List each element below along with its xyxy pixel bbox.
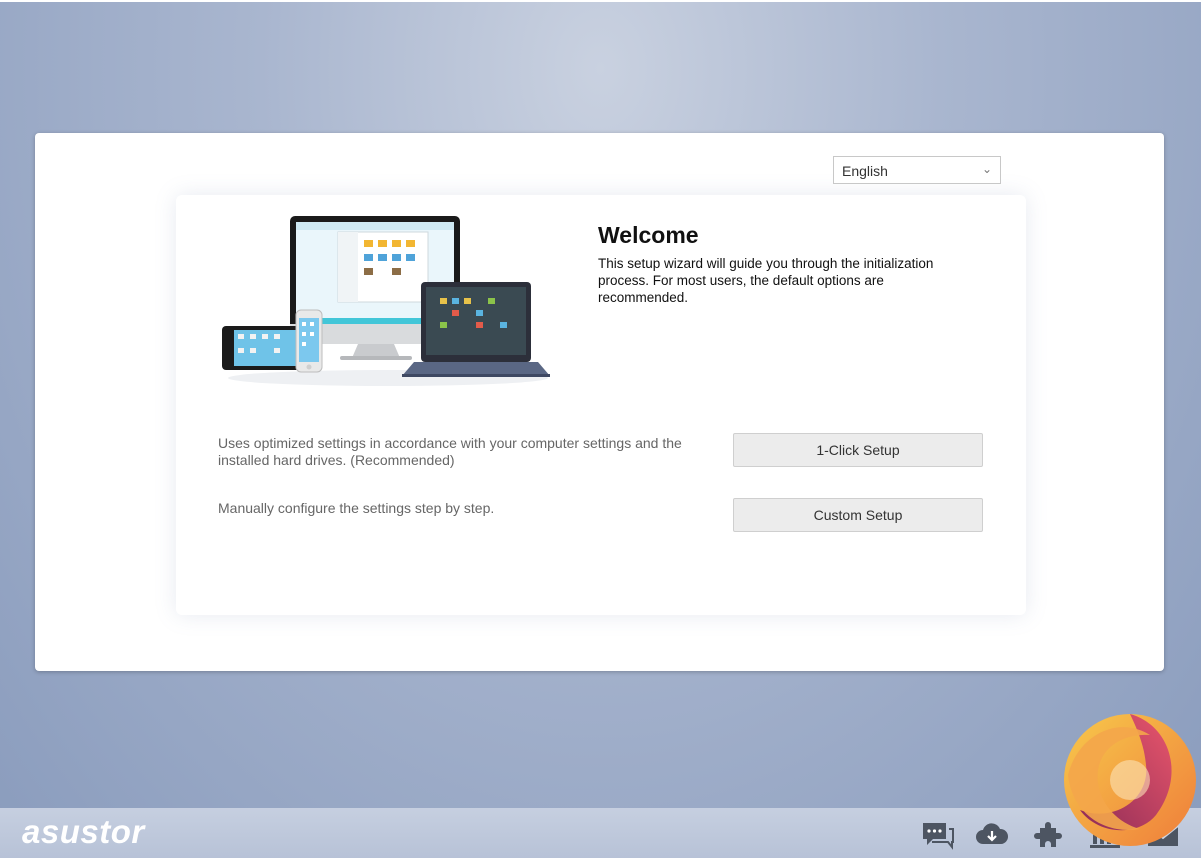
asustor-logo: asustor — [22, 813, 145, 850]
custom-setup-button[interactable]: Custom Setup — [733, 498, 983, 532]
top-border — [0, 0, 1201, 2]
welcome-title: Welcome — [598, 222, 699, 248]
welcome-description: This setup wizard will guide you through… — [598, 256, 934, 305]
one-click-setup-button[interactable]: 1-Click Setup — [733, 433, 983, 467]
one-click-setup-description: Uses optimized settings in accordance wi… — [218, 435, 682, 468]
language-select[interactable]: English ⌄ — [833, 156, 1001, 184]
bottom-taskbar — [0, 808, 1201, 858]
chat-icon[interactable] — [920, 820, 954, 850]
language-selected-value: English — [842, 163, 888, 179]
kitguru-watermark-logo — [1064, 714, 1196, 846]
chevron-down-icon: ⌄ — [981, 162, 992, 176]
custom-setup-description: Manually configure the settings step by … — [218, 500, 495, 516]
devices-illustration — [222, 216, 550, 386]
cloud-download-icon[interactable] — [975, 820, 1009, 850]
